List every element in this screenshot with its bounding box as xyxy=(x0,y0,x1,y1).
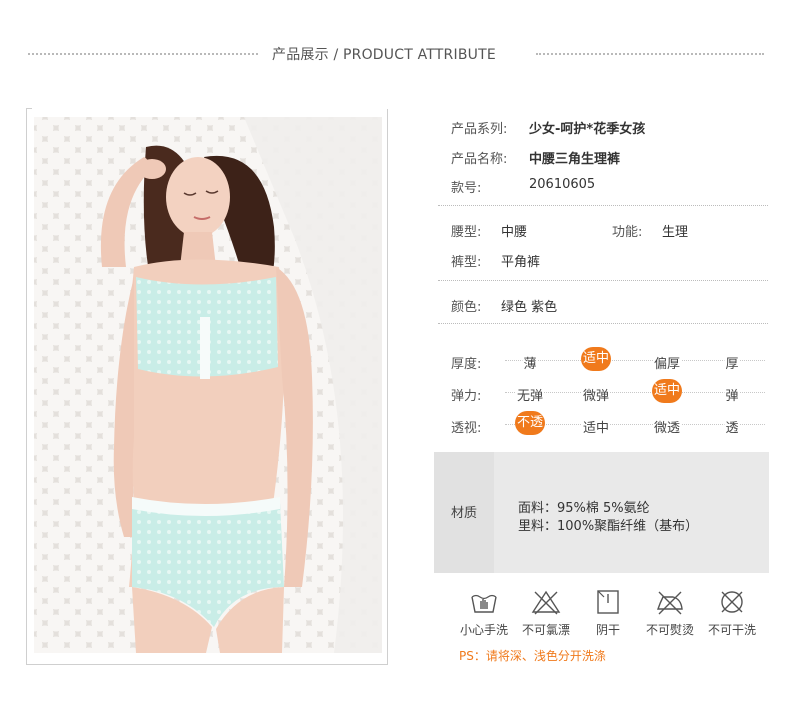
divider xyxy=(438,205,768,206)
sku-label: 款号: xyxy=(451,181,482,196)
divider xyxy=(438,323,768,324)
material-panel: 材质 面料：95%棉 5%氨纶 里料：100%聚酯纤维（基布） xyxy=(434,452,769,573)
scale-option: 薄 xyxy=(522,353,538,372)
waist-value: 中腰 xyxy=(501,225,528,240)
scale-option: 微弹 xyxy=(581,385,611,404)
function-row: 功能: 生理 xyxy=(612,221,688,240)
care-item: 不可干洗 xyxy=(702,589,762,649)
waist-label: 腰型: xyxy=(451,225,482,240)
transparency-scale: 透视: 不透 适中 微透 透 xyxy=(451,411,771,437)
scale-option: 无弹 xyxy=(515,385,545,404)
scale-option: 厚 xyxy=(724,353,740,372)
scale-option: 适中 xyxy=(581,417,611,436)
section-title: 产品展示 / PRODUCT ATTRIBUTE xyxy=(272,47,496,63)
color-value: 绿色 紫色 xyxy=(501,300,558,315)
transparency-label: 透视: xyxy=(451,421,482,436)
care-item: 阴干 xyxy=(578,589,638,649)
lining-fabric: 里料：100%聚酯纤维（基布） xyxy=(518,519,699,534)
section-header: 产品展示 / PRODUCT ATTRIBUTE xyxy=(0,44,790,64)
care-label: 不可干洗 xyxy=(707,623,756,637)
face-fabric: 面料：95%棉 5%氨纶 xyxy=(518,501,650,516)
leg-row: 裤型: 平角裤 xyxy=(451,251,540,270)
sku-row: 款号: 20610605 xyxy=(451,177,595,196)
thickness-scale: 厚度: 薄 适中 偏厚 厚 xyxy=(451,347,771,373)
product-photo xyxy=(34,117,382,653)
elasticity-label: 弹力: xyxy=(451,389,482,404)
scale-option: 透 xyxy=(724,417,740,436)
scale-option: 微透 xyxy=(652,417,682,436)
name-value: 中腰三角生理裤 xyxy=(529,152,621,167)
name-row: 产品名称: 中腰三角生理裤 xyxy=(451,148,620,167)
care-item: 不可熨烫 xyxy=(640,589,700,649)
material-label: 材质 xyxy=(451,506,478,521)
hand-wash-icon xyxy=(471,594,497,613)
color-label: 颜色: xyxy=(451,300,482,315)
no-iron-icon xyxy=(657,591,683,615)
name-label: 产品名称: xyxy=(451,152,508,167)
divider xyxy=(438,280,768,281)
scale-option-selected: 适中 xyxy=(581,347,611,371)
series-value: 少女-呵护*花季女孩 xyxy=(529,122,646,137)
scale-option-selected: 不透 xyxy=(515,411,545,435)
scale-option-selected: 适中 xyxy=(652,379,682,403)
leg-value: 平角裤 xyxy=(501,255,541,270)
no-dry-clean-icon xyxy=(721,591,743,613)
sku-value: 20610605 xyxy=(529,177,596,192)
thickness-label: 厚度: xyxy=(451,357,482,372)
function-value: 生理 xyxy=(662,225,689,240)
waist-row: 腰型: 中腰 xyxy=(451,221,527,240)
header-divider-right xyxy=(536,53,764,55)
scale-option: 偏厚 xyxy=(652,353,682,372)
color-row: 颜色: 绿色 紫色 xyxy=(451,296,557,315)
line-dry-icon xyxy=(597,590,619,614)
elasticity-scale: 弹力: 无弹 微弹 适中 弹 xyxy=(451,379,771,405)
care-item: 不可氯漂 xyxy=(516,589,576,649)
no-bleach-icon xyxy=(531,590,561,615)
leg-label: 裤型: xyxy=(451,255,482,270)
scale-option: 弹 xyxy=(724,385,740,404)
wash-note: PS：请将深、浅色分开洗涤 xyxy=(459,649,606,663)
series-row: 产品系列: 少女-呵护*花季女孩 xyxy=(451,118,645,137)
function-label: 功能: xyxy=(612,225,643,240)
care-item: 小心手洗 xyxy=(454,589,514,649)
header-divider-left xyxy=(28,53,258,55)
series-label: 产品系列: xyxy=(451,122,508,137)
